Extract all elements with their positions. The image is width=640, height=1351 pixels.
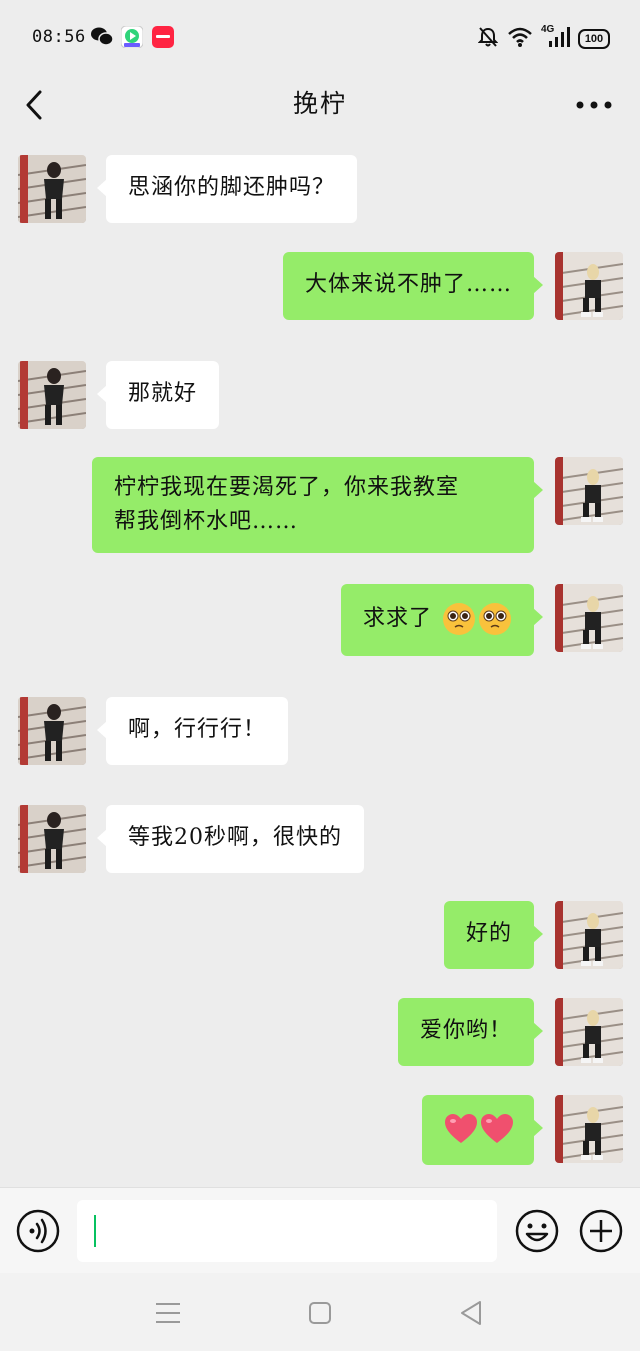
contact-avatar[interactable]: [18, 697, 86, 765]
my-avatar[interactable]: [555, 998, 623, 1066]
red-app-icon: [152, 26, 174, 48]
avatar-photo: [18, 805, 86, 873]
message-line: 柠柠我现在要渴死了，你来我教室: [114, 475, 460, 500]
avatar-photo: [555, 1095, 623, 1163]
avatar-photo: [555, 457, 623, 525]
heart-emoji: [481, 1114, 513, 1143]
text-caret: [94, 1215, 96, 1247]
my-avatar[interactable]: [555, 901, 623, 969]
home-icon[interactable]: [302, 1295, 338, 1331]
video-app-icon: [121, 26, 143, 48]
message-bubble-outgoing[interactable]: 好的: [443, 901, 544, 969]
emoji-icon[interactable]: [514, 1208, 560, 1254]
status-time: 08:56: [32, 27, 86, 47]
battery-icon: 100: [578, 29, 610, 49]
avatar-photo: [18, 361, 86, 429]
back-triangle-icon[interactable]: [454, 1295, 490, 1331]
chat-header: 挽柠: [0, 76, 640, 140]
pleading-face-emoji: [443, 603, 475, 635]
message-bubble-incoming[interactable]: 那就好: [96, 361, 220, 429]
system-navigation-bar: [0, 1273, 640, 1351]
message-bubble-outgoing[interactable]: 爱你哟！: [397, 998, 544, 1066]
voice-icon[interactable]: [15, 1208, 61, 1254]
message-bubble-outgoing[interactable]: 求求了: [340, 584, 544, 656]
contact-avatar[interactable]: [18, 805, 86, 873]
message-bubble-incoming[interactable]: 啊，行行行！: [96, 697, 289, 765]
composer-bar: [0, 1187, 640, 1274]
avatar-photo: [555, 901, 623, 969]
menu-icon[interactable]: [150, 1295, 186, 1331]
heart-emoji: [445, 1114, 477, 1143]
avatar-photo: [555, 252, 623, 320]
message-bubble-outgoing[interactable]: 柠柠我现在要渴死了，你来我教室 帮我倒杯水吧……: [92, 457, 543, 553]
more-dots-icon[interactable]: [572, 90, 616, 120]
status-bar: 08:56 4G 100: [0, 0, 640, 76]
my-avatar[interactable]: [555, 584, 623, 652]
mute-bell-icon: [478, 27, 498, 47]
avatar-photo: [555, 584, 623, 652]
message-bubble-outgoing[interactable]: [422, 1095, 543, 1165]
my-avatar[interactable]: [555, 1095, 623, 1163]
message-input[interactable]: [77, 1200, 497, 1262]
message-list[interactable]: 思涵你的脚还肿吗？ 大体来说不肿了…… 那就好 柠柠我现在要渴死了，你来我教室 …: [0, 140, 640, 1187]
avatar-photo: [18, 155, 86, 223]
avatar-photo: [18, 697, 86, 765]
contact-avatar[interactable]: [18, 155, 86, 223]
message-bubble-incoming[interactable]: 思涵你的脚还肿吗？: [96, 155, 358, 223]
my-avatar[interactable]: [555, 457, 623, 525]
signal-icon: [549, 27, 570, 47]
wechat-icon: [91, 27, 114, 46]
wifi-icon: [508, 27, 532, 47]
avatar-photo: [555, 998, 623, 1066]
contact-avatar[interactable]: [18, 361, 86, 429]
message-bubble-outgoing[interactable]: 大体来说不肿了……: [282, 252, 544, 320]
message-text: 求求了: [362, 606, 432, 631]
plus-icon[interactable]: [578, 1208, 624, 1254]
message-bubble-incoming[interactable]: 等我20秒啊，很快的: [97, 805, 364, 873]
pleading-face-emoji: [479, 603, 511, 635]
message-line: 帮我倒杯水吧……: [114, 509, 299, 534]
page-title: 挽柠: [292, 89, 347, 118]
my-avatar[interactable]: [555, 252, 623, 320]
